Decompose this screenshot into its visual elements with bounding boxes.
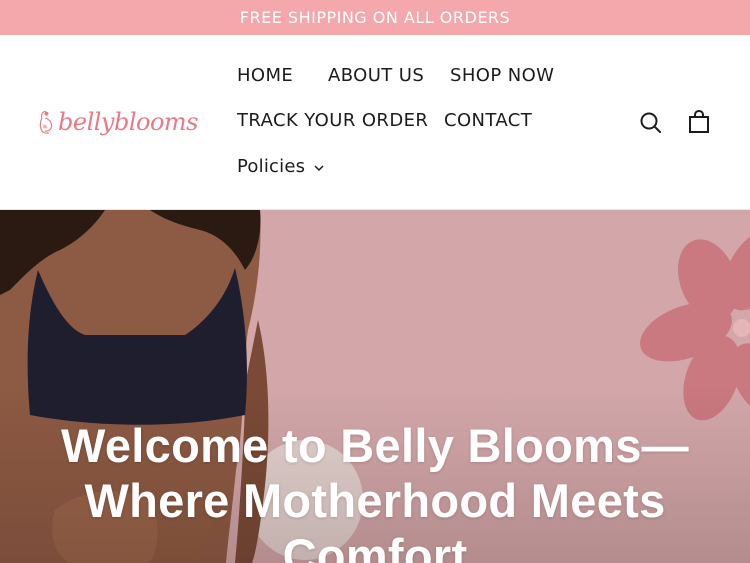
- announcement-text: FREE SHIPPING ON ALL ORDERS: [239, 8, 511, 27]
- cart-icon[interactable]: [686, 109, 712, 135]
- nav-contact[interactable]: CONTACT: [444, 110, 532, 131]
- logo-wordmark: bellyblooms: [58, 108, 199, 136]
- pregnant-silhouette-icon: [39, 110, 53, 134]
- chevron-down-icon: [314, 165, 324, 172]
- announcement-bar: FREE SHIPPING ON ALL ORDERS: [0, 0, 750, 35]
- nav-shop-now[interactable]: SHOP NOW: [450, 65, 554, 86]
- search-icon[interactable]: [638, 110, 664, 136]
- hero-title: Welcome to Belly Blooms—Where Motherhood…: [61, 419, 689, 563]
- nav-home[interactable]: HOME: [237, 65, 293, 86]
- nav-about-us[interactable]: ABOUT US: [328, 65, 424, 86]
- hero-banner: Welcome to Belly Blooms—Where Motherhood…: [0, 210, 750, 563]
- nav-policies-dropdown[interactable]: Policies: [237, 156, 325, 177]
- nav-track-your-order[interactable]: TRACK YOUR ORDER: [237, 110, 428, 131]
- site-header: bellyblooms HOME ABOUT US SHOP NOW TRACK…: [0, 35, 750, 210]
- brand-logo[interactable]: bellyblooms: [38, 95, 199, 149]
- nav-policies-label: Policies: [237, 156, 306, 177]
